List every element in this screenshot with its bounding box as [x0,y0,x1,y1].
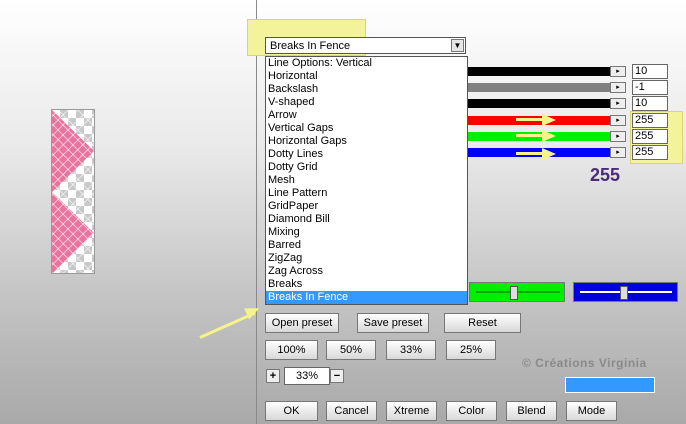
dropdown-option[interactable]: Diamond Bill [266,213,467,226]
chevron-down-icon[interactable]: ▼ [451,39,464,52]
dropdown-option[interactable]: Mesh [266,174,467,187]
highlighted-value-label: 255 [590,165,621,185]
panel-divider [256,0,257,424]
zoom-33-button[interactable]: 33% [386,340,436,360]
slider-arrow-icon[interactable]: ▸ [610,147,626,158]
parameter-value-field[interactable]: -1 [632,80,668,95]
dropdown-option[interactable]: ZigZag [266,252,467,265]
dropdown-option[interactable]: Arrow [266,109,467,122]
slider-thumb[interactable] [510,286,518,300]
zoom-in-button[interactable]: + [266,369,280,383]
parameter-slider-1[interactable] [468,67,610,76]
arrowhead-icon [542,148,556,160]
slider-arrow-icon[interactable]: ▸ [610,131,626,142]
dropdown-selected-value: Breaks In Fence [270,40,351,52]
save-preset-button[interactable]: Save preset [357,313,429,333]
color-button[interactable]: Color [446,401,497,421]
parameter-value-field[interactable]: 255 [632,145,668,160]
pattern-dropdown[interactable]: Breaks In Fence ▼ [265,37,466,54]
dropdown-option[interactable]: Horizontal [266,70,467,83]
parameter-slider-3[interactable] [468,99,610,108]
parameter-value-field[interactable]: 255 [632,113,668,128]
blue-slider[interactable] [573,282,678,302]
color-swatch[interactable] [565,377,655,393]
slider-arrow-icon[interactable]: ▸ [610,115,626,126]
parameter-value-field[interactable]: 255 [632,129,668,144]
dropdown-option[interactable]: V-shaped [266,96,467,109]
blend-button[interactable]: Blend [506,401,557,421]
dropdown-option[interactable]: Barred [266,239,467,252]
zoom-100-button[interactable]: 100% [265,340,318,360]
parameter-value-field[interactable]: 10 [632,96,668,111]
slider-thumb[interactable] [620,286,628,300]
dropdown-option[interactable]: Dotty Grid [266,161,467,174]
watermark-text: © Créations Virginia [522,356,647,370]
arrowhead-icon [542,114,556,126]
pattern-preview [51,109,95,274]
mode-button[interactable]: Mode [566,401,617,421]
green-slider[interactable] [469,282,565,302]
dropdown-option[interactable]: Line Options: Vertical [266,57,467,70]
zoom-out-button[interactable]: − [330,369,344,383]
parameter-slider-2[interactable] [468,83,610,92]
zoom-field[interactable]: 33% [284,367,330,385]
xtreme-button[interactable]: Xtreme [386,401,437,421]
dropdown-option[interactable]: Breaks In Fence [266,291,467,304]
cancel-button[interactable]: Cancel [326,401,377,421]
parameter-value-field[interactable]: 10 [632,64,668,79]
dropdown-option[interactable]: Vertical Gaps [266,122,467,135]
dropdown-option[interactable]: Horizontal Gaps [266,135,467,148]
dropdown-option[interactable]: Mixing [266,226,467,239]
slider-arrow-icon[interactable]: ▸ [610,82,626,93]
dropdown-option[interactable]: GridPaper [266,200,467,213]
slider-arrow-icon[interactable]: ▸ [610,66,626,77]
pattern-options-list[interactable]: Line Options: Vertical Horizontal Backslas… [265,56,468,305]
arrowhead-icon [542,130,556,142]
dropdown-option[interactable]: Line Pattern [266,187,467,200]
dropdown-option[interactable]: Breaks [266,278,467,291]
open-preset-button[interactable]: Open preset [265,313,339,333]
dropdown-option[interactable]: Dotty Lines [266,148,467,161]
zoom-50-button[interactable]: 50% [326,340,376,360]
slider-arrow-icon[interactable]: ▸ [610,98,626,109]
dropdown-option[interactable]: Backslash [266,83,467,96]
ok-button[interactable]: OK [265,401,318,421]
zoom-25-button[interactable]: 25% [446,340,496,360]
reset-button[interactable]: Reset [444,313,521,333]
dropdown-option[interactable]: Zag Across [266,265,467,278]
